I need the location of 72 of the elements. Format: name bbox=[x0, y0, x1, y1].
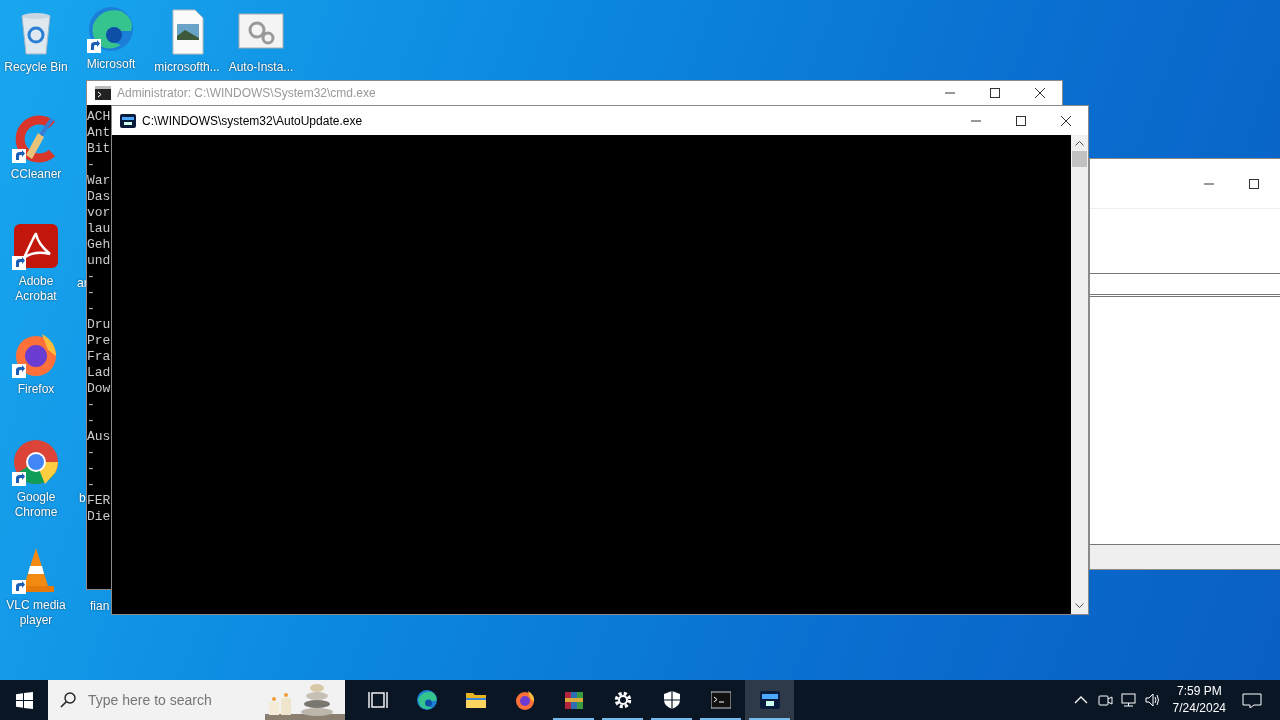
icon-label: Adobe Acrobat bbox=[14, 274, 58, 304]
console-line: - bbox=[87, 477, 95, 493]
app-logo-icon bbox=[759, 690, 780, 710]
scroll-up-icon[interactable] bbox=[1075, 140, 1084, 146]
icon-label: fian bbox=[90, 598, 110, 615]
console-line: und bbox=[87, 253, 111, 269]
console-line: - bbox=[87, 285, 95, 301]
console-line: lau bbox=[87, 221, 111, 237]
notification-icon[interactable] bbox=[1242, 692, 1262, 708]
search-icon bbox=[60, 692, 76, 708]
console-line: Das bbox=[87, 189, 111, 205]
console-line: Bit bbox=[87, 141, 111, 157]
close-icon bbox=[1060, 115, 1071, 126]
console-line: Dow bbox=[87, 381, 111, 397]
task-view-icon bbox=[367, 690, 388, 710]
icon-label: microsofth... bbox=[154, 60, 220, 75]
icon-label: CCleaner bbox=[10, 167, 62, 182]
books-icon bbox=[563, 690, 584, 710]
volume-icon[interactable] bbox=[1144, 692, 1161, 708]
console-line: Ant bbox=[87, 125, 111, 141]
maximize-icon bbox=[1015, 115, 1026, 126]
icon-label: Recycle Bin bbox=[4, 60, 68, 75]
search-box[interactable]: Type here to search bbox=[48, 680, 345, 720]
fox-logo-icon bbox=[514, 690, 535, 710]
console-line: Die bbox=[87, 509, 111, 525]
console-line: Fra bbox=[87, 349, 111, 365]
scrollbar[interactable] bbox=[1071, 135, 1088, 614]
scrollbar-thumb[interactable] bbox=[1072, 151, 1087, 167]
taskbar-button[interactable] bbox=[745, 680, 794, 720]
window-title: Administrator: C:\WINDOWS\System32\cmd.exe bbox=[117, 85, 376, 102]
console-line: Geh bbox=[87, 237, 111, 253]
ring-logo-icon[interactable] bbox=[12, 438, 60, 486]
windows-logo-icon bbox=[15, 691, 33, 709]
console-line: Dru bbox=[87, 317, 111, 333]
console-line: Lad bbox=[87, 365, 111, 381]
console-line: - bbox=[87, 413, 95, 429]
console-line: ACH bbox=[87, 109, 111, 125]
console-line: - bbox=[87, 269, 95, 285]
clock[interactable]: 7:59 PM 7/24/2024 bbox=[1164, 683, 1234, 717]
console-line: Aus bbox=[87, 429, 111, 445]
camera-icon[interactable] bbox=[1096, 692, 1113, 708]
search-field[interactable]: Type here to search bbox=[86, 688, 256, 712]
maximize-icon bbox=[1248, 178, 1259, 189]
console-line: Pre bbox=[87, 333, 111, 349]
icon-label: b bbox=[79, 490, 86, 507]
folder-icon bbox=[465, 690, 486, 710]
console-line: - bbox=[87, 461, 95, 477]
icon-label: Microsoft bbox=[86, 57, 136, 72]
wave-logo-icon[interactable] bbox=[87, 5, 135, 53]
icon-label: VLC media player bbox=[5, 598, 67, 628]
console-line: - bbox=[87, 301, 95, 317]
icon-label: Auto-Insta... bbox=[228, 60, 294, 75]
terminal-icon bbox=[710, 690, 731, 710]
maximize-icon bbox=[989, 88, 1000, 98]
console-line: - bbox=[87, 445, 95, 461]
gear-icon bbox=[612, 690, 633, 710]
console-line: - bbox=[87, 157, 95, 173]
terminal-icon bbox=[95, 86, 111, 100]
document-logo-icon[interactable] bbox=[12, 222, 60, 270]
wave-logo-icon bbox=[416, 690, 437, 710]
shield-icon bbox=[661, 690, 682, 710]
app-logo-icon bbox=[120, 113, 136, 128]
console-line: War bbox=[87, 173, 111, 189]
icon-label: Google Chrome bbox=[13, 490, 59, 520]
console-line: vor bbox=[87, 205, 111, 221]
window-title: C:\WINDOWS\system32\AutoUpdate.exe bbox=[142, 112, 363, 130]
close-icon bbox=[1034, 88, 1045, 98]
icon-label: Firefox bbox=[17, 382, 55, 397]
scroll-down-icon[interactable] bbox=[1075, 603, 1084, 609]
console-line: FER bbox=[87, 493, 111, 509]
console-line: - bbox=[87, 397, 95, 413]
network-icon[interactable] bbox=[1120, 692, 1137, 708]
